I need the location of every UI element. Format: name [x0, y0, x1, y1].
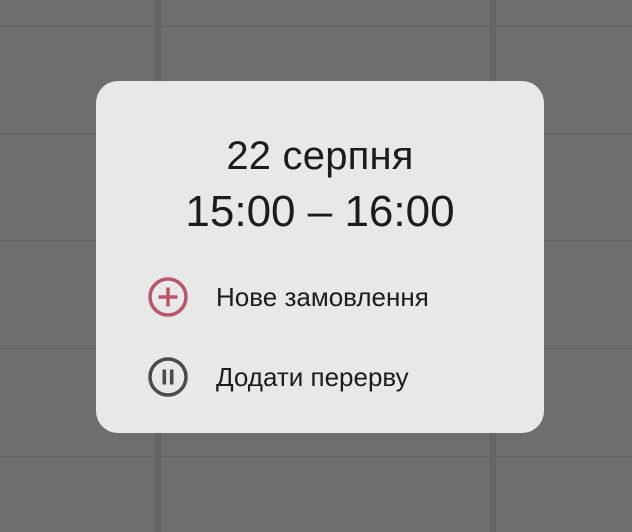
time-slot-dialog: 22 серпня 15:00 – 16:00 Нове замовлення …	[96, 81, 544, 433]
add-break-button[interactable]: Додати перерву	[136, 345, 504, 409]
new-order-button[interactable]: Нове замовлення	[136, 265, 504, 329]
add-break-label: Додати перерву	[216, 361, 409, 392]
new-order-label: Нове замовлення	[216, 281, 429, 312]
dialog-date: 22 серпня	[226, 134, 414, 178]
pause-circle-icon	[136, 345, 200, 409]
dialog-time-range: 15:00 – 16:00	[185, 187, 455, 236]
plus-circle-icon	[136, 265, 200, 329]
